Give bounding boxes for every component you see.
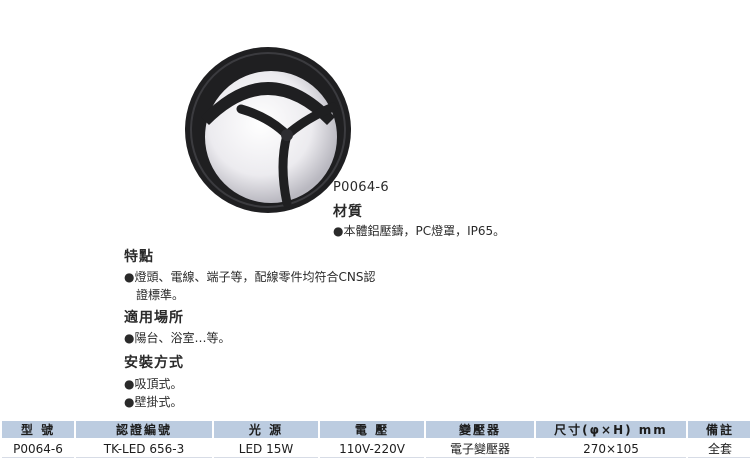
material-item: ●本體鋁壓鑄，PC燈罩，IP65。 [333, 224, 506, 238]
usage-title: 適用場所 [124, 310, 184, 326]
header-light-source: 光 源 [214, 421, 318, 438]
features-line: ●燈頭、電線、端子等，配線零件均符合CNS認 [124, 270, 376, 284]
usage-line: ●陽台、浴室…等。 [124, 331, 231, 345]
material-title: 材質 [333, 204, 363, 220]
features-title: 特點 [124, 249, 154, 265]
header-voltage: 電 壓 [320, 421, 424, 438]
cell-dimensions: 270×105 [536, 440, 686, 458]
cell-remarks: 全套 [688, 440, 750, 458]
header-remarks: 備註 [688, 421, 750, 438]
model-code: P0064-6 [333, 180, 389, 195]
installation-title: 安裝方式 [124, 355, 184, 371]
header-transformer: 變壓器 [426, 421, 534, 438]
guard-hub [281, 129, 293, 141]
header-dimensions: 尺寸(φ×H) mm [536, 421, 686, 438]
header-model: 型 號 [2, 421, 74, 438]
table-row: P0064-6 TK-LED 656-3 LED 15W 110V-220V 電… [2, 440, 750, 458]
spec-header-row: 型 號 認證編號 光 源 電 壓 變壓器 尺寸(φ×H) mm 備註 [2, 421, 750, 438]
header-certification: 認證編號 [76, 421, 212, 438]
cell-voltage: 110V-220V [320, 440, 424, 458]
cell-transformer: 電子變壓器 [426, 440, 534, 458]
spec-table: 型 號 認證編號 光 源 電 壓 變壓器 尺寸(φ×H) mm 備註 P0064… [0, 419, 750, 458]
product-image [185, 47, 351, 213]
installation-line: ●吸頂式。 [124, 377, 183, 391]
installation-line: ●壁掛式。 [124, 395, 183, 409]
cell-model: P0064-6 [2, 440, 74, 458]
cell-certification: TK-LED 656-3 [76, 440, 212, 458]
cell-light-source: LED 15W [214, 440, 318, 458]
features-line: 證標準。 [136, 288, 185, 302]
